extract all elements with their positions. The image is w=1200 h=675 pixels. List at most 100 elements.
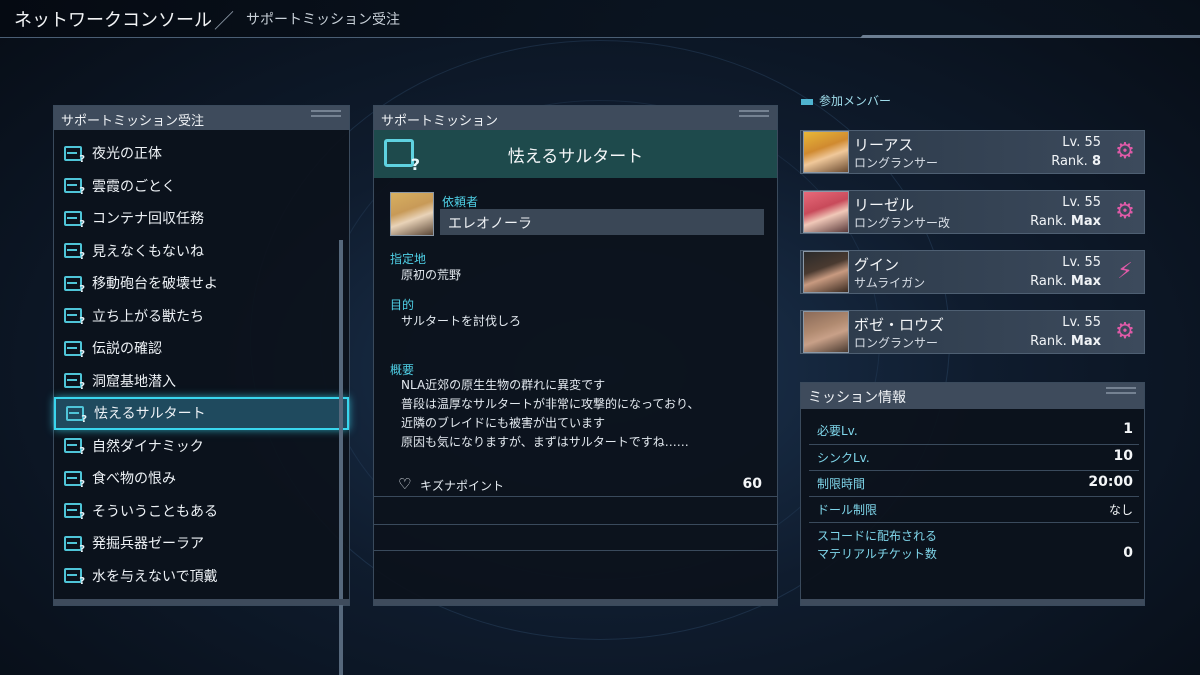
mission-list-item[interactable]: コンテナ回収任務 xyxy=(54,202,349,235)
divider xyxy=(374,550,777,551)
divider xyxy=(374,524,777,525)
info-row: 制限時間 20:00 xyxy=(809,471,1139,497)
member-portrait xyxy=(803,131,849,173)
page-title: ネットワークコンソール xyxy=(14,10,212,31)
mission-icon xyxy=(64,178,85,197)
mission-list-item[interactable]: 自然ダイナミック xyxy=(54,430,349,463)
member-rank-value: Max xyxy=(1070,274,1101,289)
mission-icon xyxy=(66,405,87,425)
member-class: ロングランサー改 xyxy=(854,216,951,230)
info-label: 制限時間 xyxy=(817,477,866,491)
class-emblem-icon: ⚙ xyxy=(1115,199,1135,224)
mission-list-item[interactable]: 伝説の確認 xyxy=(54,332,349,365)
member-card[interactable]: リーアス ロングランサー Lv. 55 Rank. 8 ⚙ xyxy=(800,130,1145,174)
mission-icon xyxy=(64,438,85,457)
member-rank-prefix: Rank. xyxy=(1051,154,1092,169)
member-rank-value: Max xyxy=(1070,334,1101,349)
mission-item-label: 立ち上がる獣たち xyxy=(92,308,204,325)
panel-footer xyxy=(374,599,777,605)
class-emblem-icon: ⚙ xyxy=(1115,139,1135,164)
mission-detail-panel: サポートミッション 怯えるサルタート 依頼者 エレオノーラ 指定地 原初の荒野 … xyxy=(373,105,778,606)
client-portrait xyxy=(390,192,434,236)
summary-line: 近隣のブレイドにも被害が出ています xyxy=(401,416,606,430)
info-row: ドール制限 なし xyxy=(809,497,1139,523)
info-value: 1 xyxy=(1123,421,1133,437)
member-card[interactable]: ボゼ・ロウズ ロングランサー Lv. 55 Rank. Max ⚙ xyxy=(800,310,1145,354)
member-level: Lv. 55 xyxy=(1062,255,1101,270)
member-name: リーゼル xyxy=(854,196,915,214)
objective-label: 目的 xyxy=(390,298,415,312)
mission-item-label: 怯えるサルタート xyxy=(94,406,206,423)
mission-list-item[interactable]: 夜光の正体 xyxy=(54,137,349,170)
mission-icon xyxy=(64,568,85,587)
mission-icon xyxy=(64,535,85,555)
mission-list-item[interactable]: 立ち上がる獣たち xyxy=(54,300,349,333)
summary-line: 原因も気になりますが、まずはサルタートですね…… xyxy=(401,435,689,449)
mission-list-item-selected[interactable]: 怯えるサルタート xyxy=(54,397,349,430)
mission-list-item[interactable]: 雲霞のごとく xyxy=(54,170,349,203)
member-card[interactable]: グイン サムライガン Lv. 55 Rank. Max ⚡ xyxy=(800,250,1145,294)
kizuna-value: 60 xyxy=(742,476,762,492)
member-class: ロングランサー xyxy=(854,336,939,350)
member-portrait xyxy=(803,251,849,293)
mission-item-label: 見えなくもないね xyxy=(92,243,204,260)
mission-icon xyxy=(384,139,420,174)
mission-list-item[interactable]: そういうこともある xyxy=(54,495,349,528)
top-bar: ネットワークコンソール ／ サポートミッション受注 xyxy=(0,0,1200,38)
member-level: Lv. 55 xyxy=(1062,195,1101,210)
mission-list-item[interactable]: 食べ物の恨み xyxy=(54,462,349,495)
top-bar-edge xyxy=(860,0,1200,38)
mission-icon xyxy=(64,503,85,522)
mission-list-item[interactable]: 洞窟基地潜入 xyxy=(54,365,349,398)
member-name: グイン xyxy=(854,256,900,274)
mission-icon xyxy=(64,210,85,230)
member-rank: Rank. 8 xyxy=(1051,154,1101,169)
summary-text: NLA近郊の原生生物の群れに異変です 普段は温厚なサルタートが非常に攻撃的になっ… xyxy=(401,376,700,452)
mission-info-panel: ミッション情報 必要Lv. 1 シンクLv. 10 制限時間 20:00 ドール… xyxy=(800,382,1145,606)
info-label: シンクLv. xyxy=(817,451,870,465)
mission-icon xyxy=(64,373,85,392)
client-name: エレオノーラ xyxy=(440,209,764,235)
member-portrait xyxy=(803,191,849,233)
info-row: シンクLv. 10 xyxy=(809,445,1139,471)
mission-item-label: 食べ物の恨み xyxy=(92,471,176,488)
member-rank: Rank. Max xyxy=(1030,334,1101,349)
members-title: 参加メンバー xyxy=(801,92,891,109)
client-row: 依頼者 エレオノーラ xyxy=(374,188,777,250)
member-class: サムライガン xyxy=(854,276,926,290)
info-row: スコードに配布される マテリアルチケット数 0 xyxy=(809,523,1139,567)
client-label: 依頼者 xyxy=(442,195,479,209)
mission-item-label: 洞窟基地潜入 xyxy=(92,373,176,390)
mission-icon xyxy=(64,308,85,327)
panel-footer xyxy=(54,599,349,605)
mission-icon xyxy=(64,145,85,165)
mission-banner: 怯えるサルタート xyxy=(374,130,777,178)
mission-list-scrollbar[interactable] xyxy=(339,240,343,675)
info-row: 必要Lv. 1 xyxy=(809,417,1139,445)
member-card[interactable]: リーゼル ロングランサー改 Lv. 55 Rank. Max ⚙ xyxy=(800,190,1145,234)
summary-line: NLA近郊の原生生物の群れに異変です xyxy=(401,378,606,392)
info-value: 0 xyxy=(1123,545,1133,561)
mission-item-label: 雲霞のごとく xyxy=(92,178,176,195)
member-rank: Rank. Max xyxy=(1030,274,1101,289)
panel-footer xyxy=(801,599,1144,605)
info-label: マテリアルチケット数 xyxy=(817,547,937,561)
class-emblem-icon: ⚡ xyxy=(1117,259,1133,284)
mission-list-item[interactable]: 移動砲台を破壊せよ xyxy=(54,267,349,300)
mission-list-item[interactable]: 発掘兵器ゼーラア xyxy=(54,527,349,560)
member-rank-value: Max xyxy=(1070,214,1101,229)
mission-list-item[interactable]: 見えなくもないね xyxy=(54,235,349,268)
member-name: ボゼ・ロウズ xyxy=(854,316,945,334)
mission-item-label: 水を与えないで頂戴 xyxy=(92,568,218,585)
mission-item-label: コンテナ回収任務 xyxy=(92,211,204,228)
member-name: リーアス xyxy=(854,136,914,154)
mission-item-label: 発掘兵器ゼーラア xyxy=(92,536,204,553)
info-value: 20:00 xyxy=(1088,474,1133,490)
mission-icon xyxy=(64,275,85,295)
mission-item-label: 自然ダイナミック xyxy=(92,438,204,455)
member-level: Lv. 55 xyxy=(1062,315,1101,330)
kizuna-row: ♡ キズナポイント 60 xyxy=(374,472,777,497)
location-label: 指定地 xyxy=(390,252,427,266)
mission-icon xyxy=(64,340,85,360)
mission-list-item[interactable]: 水を与えないで頂戴 xyxy=(54,560,349,593)
